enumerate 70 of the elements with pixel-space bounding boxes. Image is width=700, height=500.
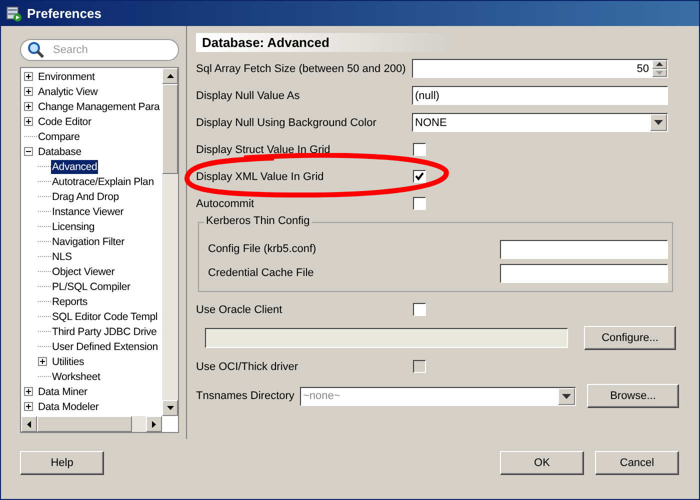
setting-label: Display Struct Value In Grid [196, 144, 332, 156]
checkbox[interactable] [413, 170, 426, 183]
horizontal-scrollbar[interactable] [21, 416, 162, 432]
group-title: Kerberos Thin Config [204, 215, 312, 227]
browse-button[interactable]: Browse... [587, 384, 679, 408]
text-field[interactable]: (null) [412, 86, 668, 105]
setting-label: Sql Array Fetch Size (between 50 and 200) [196, 62, 407, 74]
scroll-down-icon[interactable] [166, 406, 174, 410]
expand-icon[interactable] [24, 402, 33, 411]
search-input[interactable]: Search [53, 44, 173, 56]
setting-label: Use OCI/Thick driver [196, 360, 300, 372]
expand-icon[interactable] [24, 72, 33, 81]
setting-label: Use Oracle Client [196, 304, 284, 316]
tree-item[interactable]: NLS [51, 250, 73, 264]
help-button[interactable]: Help [20, 451, 104, 475]
tree-item[interactable]: Compare [37, 130, 81, 144]
search-icon [27, 41, 45, 59]
setting-label: Config File (krb5.conf) [208, 243, 316, 255]
tree-item[interactable]: Analytic View [37, 84, 99, 98]
spinner-arrows[interactable] [652, 60, 667, 77]
app-icon [6, 6, 22, 22]
scroll-up-icon[interactable] [166, 74, 174, 78]
setting-label: Display Null Using Background Color [196, 116, 378, 128]
tree-item[interactable]: Reports [51, 294, 88, 308]
ok-button[interactable]: OK [500, 451, 584, 475]
tree-item[interactable]: Instance Viewer [51, 204, 125, 218]
setting-label: Credential Cache File [208, 267, 314, 279]
dropdown[interactable]: NONE [412, 113, 668, 132]
tree-item[interactable]: Drag And Drop [51, 190, 120, 204]
checkbox[interactable] [413, 303, 426, 316]
setting-label: Autocommit [196, 198, 256, 210]
scroll-left-icon[interactable] [27, 420, 31, 428]
tree-item[interactable]: Autotrace/Explain Plan [51, 174, 155, 188]
tree-item[interactable]: Code Editor [37, 114, 92, 128]
tree-item[interactable]: Third Party JDBC Drive [51, 324, 158, 338]
expand-icon[interactable] [24, 102, 33, 111]
directory-dropdown[interactable]: ~none~ [300, 386, 576, 406]
cancel-button[interactable]: Cancel [595, 451, 679, 475]
tree-item[interactable]: Navigation Filter [51, 234, 126, 248]
vertical-scrollbar[interactable] [162, 68, 178, 416]
tree-item[interactable]: Worksheet [51, 370, 102, 384]
search-field[interactable]: Search [20, 39, 179, 61]
tree-item[interactable]: Database [37, 144, 82, 158]
tree-item[interactable]: Advanced [51, 160, 98, 174]
tree-item[interactable]: Data Miner [37, 384, 88, 398]
collapse-icon[interactable] [24, 147, 33, 156]
number-field[interactable]: 50 [412, 59, 668, 78]
configure-button[interactable]: Configure... [584, 326, 676, 350]
setting-label: Tnsnames Directory [196, 390, 296, 402]
scroll-right-icon[interactable] [152, 420, 156, 428]
setting-label: Display Null Value As [196, 90, 301, 102]
tree-item[interactable]: PL/SQL Compiler [51, 280, 132, 294]
text-field[interactable] [500, 264, 668, 282]
tree-item[interactable]: SQL Editor Code Templ [51, 310, 159, 324]
expand-icon[interactable] [24, 117, 33, 126]
expand-icon[interactable] [38, 357, 47, 366]
tree-item[interactable]: Change Management Para [37, 100, 161, 114]
tree-item[interactable]: Environment [37, 70, 96, 84]
tree-item[interactable]: Licensing [51, 220, 96, 234]
checkbox[interactable] [413, 143, 426, 156]
expand-icon[interactable] [24, 87, 33, 96]
setting-label: Display XML Value In Grid [196, 170, 325, 182]
expand-icon[interactable] [24, 387, 33, 396]
tree-item[interactable]: User Defined Extension [51, 340, 159, 354]
window-title: Preferences [27, 6, 102, 21]
tree-item[interactable]: Object Viewer [51, 264, 116, 278]
checkbox[interactable] [413, 197, 426, 210]
text-field[interactable] [500, 240, 668, 258]
tree-item[interactable]: Utilities [51, 354, 86, 368]
tree-item[interactable]: Data Modeler [37, 400, 100, 414]
